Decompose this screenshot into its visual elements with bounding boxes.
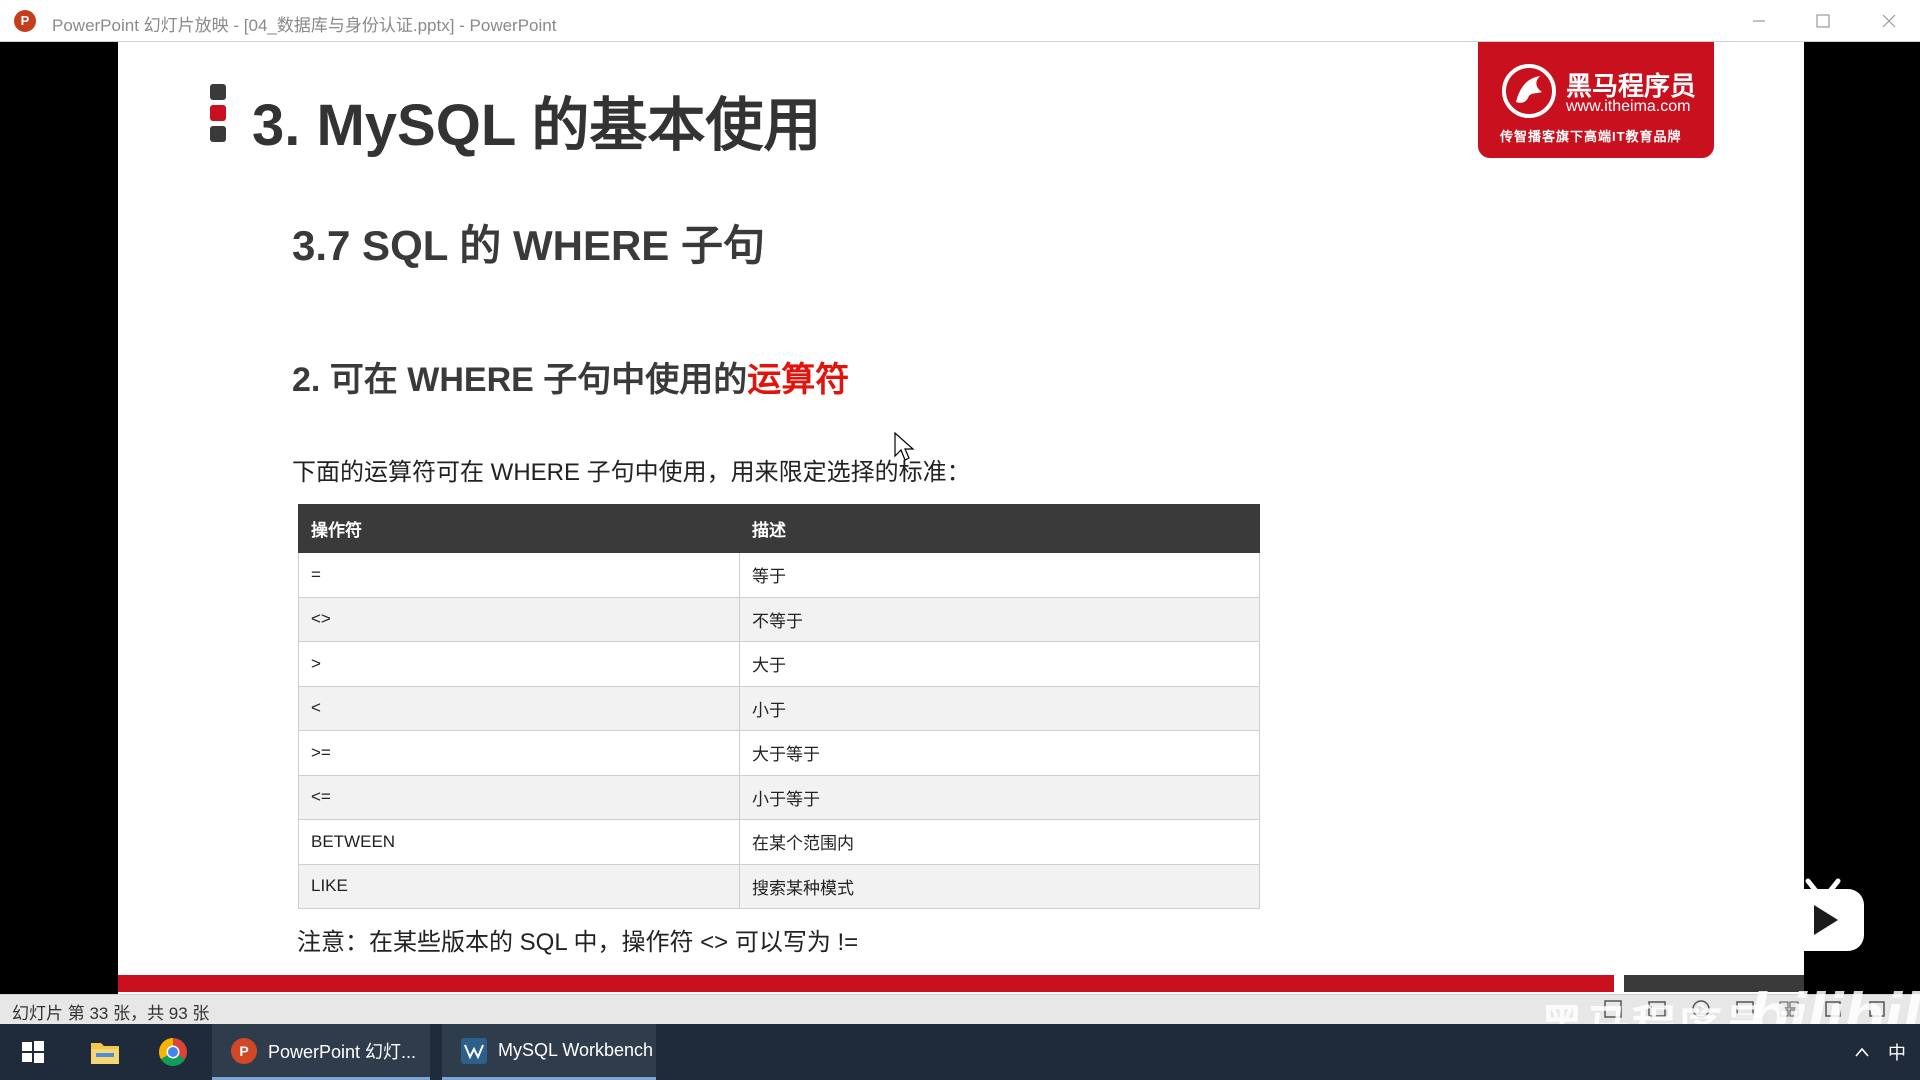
sub-heading-accent: 运算符 [747,361,850,399]
taskbar: P PowerPoint 幻灯... MySQL Workbench 中 [0,1024,1920,1080]
powerpoint-taskbar-icon: P [231,1037,257,1064]
operator-cell: < [298,685,740,731]
taskbar-mysql-workbench[interactable]: MySQL Workbench [442,1024,656,1080]
chrome-button[interactable] [144,1024,202,1080]
table-row: >= 大于等于 [298,730,1260,776]
brand-logo: 黑马程序员 www.itheima.com 传智播客旗下高端IT教育品牌 [1478,42,1714,158]
slide-footer-bar [118,975,1614,992]
description-cell: 小于 [739,685,1260,731]
window-title: PowerPoint 幻灯片放映 - [04_数据库与身份认证.pptx] - … [52,16,557,35]
table-row: < 小于 [298,685,1260,731]
close-icon [1882,14,1896,28]
section-heading: 3.7 SQL 的 WHERE 子句 [292,222,765,269]
operators-table: 操作符 描述 = 等于 <> 不等于 > 大于 < 小于 >= 大于等于 <= … [298,504,1260,909]
operator-cell: BETWEEN [298,819,740,865]
description-cell: 大于 [739,641,1260,687]
description-cell: 等于 [739,552,1260,598]
operator-cell: LIKE [298,863,740,909]
slide[interactable]: 3. MySQL 的基本使用 黑马程序员 www.itheima.com 传智播… [118,42,1804,1000]
maximize-button[interactable] [1792,0,1854,42]
table-row: > 大于 [298,641,1260,687]
slide-counter: 幻灯片 第 33 张，共 93 张 [12,1004,210,1023]
mouse-cursor-icon [894,432,915,461]
operator-cell: > [298,641,740,687]
powerpoint-icon: P [14,10,36,32]
maximize-icon [1816,14,1830,28]
file-explorer-button[interactable] [76,1024,134,1080]
windows-icon [22,1041,44,1063]
table-row: <= 小于等于 [298,774,1260,820]
description-cell: 搜索某种模式 [739,863,1260,909]
minimize-icon [1753,20,1765,22]
title-marker-icon [210,84,226,142]
description-cell: 小于等于 [739,774,1260,820]
close-button[interactable] [1858,0,1920,42]
description-cell: 不等于 [739,596,1260,642]
table-row: BETWEEN 在某个范围内 [298,819,1260,865]
system-tray: 中 [1854,1024,1906,1080]
table-row: = 等于 [298,552,1260,598]
operator-cell: = [298,552,740,598]
svg-text:P: P [239,1043,248,1059]
input-method-indicator[interactable]: 中 [1888,1039,1906,1065]
note-text: 注意：在某些版本的 SQL 中，操作符 <> 可以写为 != [297,929,859,956]
table-row: LIKE 搜索某种模式 [298,863,1260,909]
folder-icon [91,1043,119,1064]
taskbar-powerpoint-label: PowerPoint 幻灯... [268,1041,417,1062]
slide-title: 3. MySQL 的基本使用 [252,93,822,158]
horse-logo-icon [1502,64,1556,118]
description-cell: 大于等于 [739,730,1260,776]
sub-heading-prefix: 2. 可在 WHERE 子句中使用的 [292,361,748,399]
chrome-icon [159,1038,187,1066]
table-header-description: 描述 [739,504,1260,553]
mysql-workbench-icon [461,1037,487,1064]
operator-cell: <> [298,596,740,642]
taskbar-powerpoint[interactable]: P PowerPoint 幻灯... [212,1024,430,1080]
logo-url: www.itheima.com [1566,98,1691,115]
taskbar-mysql-label: MySQL Workbench [498,1040,654,1060]
table-row: <> 不等于 [298,596,1260,642]
sub-heading: 2. 可在 WHERE 子句中使用的运算符 [292,352,849,401]
intro-text: 下面的运算符可在 WHERE 子句中使用，用来限定选择的标准： [292,459,971,486]
bilibili-play-icon[interactable] [1780,877,1866,953]
table-header-operator: 操作符 [298,504,740,553]
operator-cell: >= [298,730,740,776]
start-button[interactable] [0,1024,66,1080]
logo-slogan: 传智播客旗下高端IT教育品牌 [1500,129,1682,144]
window-titlebar: P PowerPoint 幻灯片放映 - [04_数据库与身份认证.pptx] … [0,0,1920,42]
chevron-up-icon[interactable] [1854,1046,1870,1058]
operator-cell: <= [298,774,740,820]
description-cell: 在某个范围内 [739,819,1260,865]
minimize-button[interactable] [1728,0,1790,42]
slideshow-area[interactable]: 3. MySQL 的基本使用 黑马程序员 www.itheima.com 传智播… [0,42,1920,1000]
